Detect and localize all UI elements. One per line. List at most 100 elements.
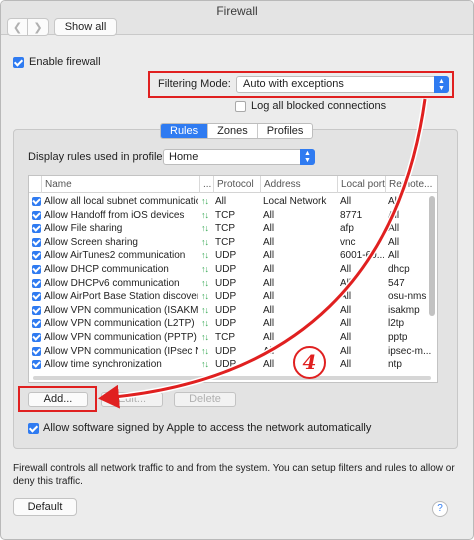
- allow-arrows-icon: ↑↓: [201, 277, 209, 288]
- delete-button[interactable]: Delete: [174, 392, 236, 407]
- allow-arrows-icon: ↑↓: [201, 304, 209, 315]
- table-row[interactable]: Allow VPN communication (L2TP) ↑↓ UDP All Al…: [29, 317, 437, 331]
- rule-local-port: All: [340, 318, 352, 330]
- column-header-remote[interactable]: Remote...: [385, 176, 437, 193]
- popup-arrows-icon: ▲ ▼: [300, 149, 315, 165]
- rule-enabled-checkbox[interactable]: [32, 319, 41, 329]
- rule-local-port: All: [340, 345, 352, 357]
- rules-table: Name ... Protocol Address Local port Rem…: [28, 175, 438, 383]
- log-blocked-checkbox[interactable]: [235, 100, 246, 112]
- rule-enabled-checkbox[interactable]: [32, 265, 41, 274]
- filtering-mode-select[interactable]: Auto with exceptions ▲ ▼: [236, 76, 449, 93]
- firewall-window: Firewall ❮ ❯ Show all Enable firewall Fi…: [0, 0, 474, 540]
- column-header-address[interactable]: Address: [260, 176, 337, 193]
- rule-enabled-checkbox[interactable]: [32, 278, 41, 288]
- tab-zones[interactable]: Zones: [207, 124, 257, 138]
- rule-protocol: UDP: [215, 264, 237, 275]
- firewall-description: Firewall controls all network traffic to…: [13, 463, 455, 487]
- vertical-scrollbar[interactable]: [429, 196, 435, 316]
- step-number-badge: 4: [293, 346, 326, 379]
- rule-protocol: UDP: [215, 250, 237, 262]
- rule-remote: 547: [388, 277, 405, 289]
- rule-enabled-checkbox[interactable]: [32, 360, 41, 370]
- column-header-action[interactable]: ...: [199, 176, 213, 193]
- rule-name: Allow Handoff from iOS devices: [44, 209, 185, 221]
- rule-remote: ntp: [388, 359, 402, 371]
- rule-protocol: UDP: [215, 359, 237, 371]
- rule-name: Allow VPN communication (L2TP): [44, 318, 195, 330]
- table-row[interactable]: Allow VPN communication (PPTP) ↑↓ TCP All Al…: [29, 331, 437, 345]
- rule-local-port: All: [340, 359, 352, 371]
- rule-protocol: TCP: [215, 209, 235, 221]
- add-button[interactable]: Add...: [28, 392, 88, 407]
- default-button[interactable]: Default: [13, 498, 77, 516]
- table-row[interactable]: Allow File sharing ↑↓ TCP All afp All: [29, 222, 437, 236]
- rule-name: Allow AirPort Base Station discovery: [44, 291, 198, 303]
- enable-firewall-checkbox[interactable]: [13, 56, 24, 68]
- column-header-protocol[interactable]: Protocol: [213, 176, 260, 193]
- rule-address: All: [263, 264, 275, 275]
- tab-profiles[interactable]: Profiles: [256, 124, 313, 138]
- forward-button[interactable]: ❯: [28, 18, 49, 36]
- show-all-button[interactable]: Show all: [54, 18, 117, 36]
- rule-enabled-checkbox[interactable]: [32, 305, 41, 315]
- rule-remote: ipsec-m...: [388, 345, 432, 357]
- table-row[interactable]: Allow VPN communication (IPsec N... ↑↓ UDP…: [29, 345, 437, 359]
- rule-remote: dhcp: [388, 264, 410, 275]
- rule-remote: All: [388, 223, 400, 235]
- allow-arrows-icon: ↑↓: [201, 359, 209, 370]
- help-button[interactable]: ?: [432, 501, 448, 517]
- table-row[interactable]: Allow DHCPv6 communication ↑↓ UDP All All 547: [29, 277, 437, 291]
- rule-protocol: UDP: [215, 291, 237, 303]
- rule-name: Allow File sharing: [44, 223, 123, 235]
- table-row[interactable]: Allow VPN communication (ISAKMP... ↑↓ UDP A…: [29, 304, 437, 318]
- rule-remote: l2tp: [388, 318, 405, 330]
- rule-remote: isakmp: [388, 304, 420, 316]
- column-header-local-port[interactable]: Local port: [337, 176, 385, 193]
- profile-select[interactable]: Home ▲ ▼: [163, 149, 315, 165]
- table-row[interactable]: Allow Handoff from iOS devices ↑↓ TCP All 87…: [29, 209, 437, 223]
- back-button[interactable]: ❮: [7, 18, 28, 36]
- rule-remote: All: [388, 209, 400, 221]
- rule-enabled-checkbox[interactable]: [32, 197, 41, 206]
- popup-arrows-icon: ▲ ▼: [434, 76, 449, 93]
- filtering-mode-label: Filtering Mode:: [158, 78, 231, 90]
- rule-enabled-checkbox[interactable]: [32, 224, 41, 234]
- chevron-right-icon: ❯: [33, 21, 43, 34]
- rule-protocol: UDP: [215, 304, 237, 316]
- table-row[interactable]: Allow time synchronization ↑↓ UDP All All ntp: [29, 358, 437, 372]
- rule-enabled-checkbox[interactable]: [32, 237, 41, 247]
- rule-enabled-checkbox[interactable]: [32, 251, 41, 261]
- table-row[interactable]: Allow AirTunes2 communication ↑↓ UDP All 600…: [29, 249, 437, 263]
- rule-remote: All: [388, 236, 400, 248]
- profile-value: Home: [169, 151, 199, 163]
- log-blocked-row[interactable]: Log all blocked connections: [235, 100, 386, 112]
- table-row[interactable]: Allow all local subnet communication ↑↓ Al…: [29, 195, 437, 209]
- edit-button[interactable]: Edit...: [101, 392, 163, 407]
- rule-enabled-checkbox[interactable]: [32, 292, 41, 302]
- column-header-name[interactable]: Name: [41, 176, 199, 193]
- rule-name: Allow VPN communication (ISAKMP...: [44, 304, 198, 316]
- allow-signed-label: Allow software signed by Apple to access…: [43, 422, 372, 434]
- rule-local-port: All: [340, 291, 352, 303]
- tab-bar: Rules Zones Profiles: [160, 123, 314, 139]
- rule-name: Allow VPN communication (PPTP): [44, 332, 197, 343]
- enable-firewall-row[interactable]: Enable firewall: [13, 56, 101, 68]
- allow-arrows-icon: ↑↓: [201, 291, 209, 302]
- horizontal-scrollbar[interactable]: [33, 376, 431, 380]
- rule-protocol: TCP: [215, 332, 235, 343]
- allow-arrows-icon: ↑↓: [201, 332, 209, 342]
- rule-enabled-checkbox[interactable]: [32, 346, 41, 356]
- allow-signed-row[interactable]: Allow software signed by Apple to access…: [28, 422, 371, 434]
- table-row[interactable]: Allow DHCP communication ↑↓ UDP All All dhcp: [29, 263, 437, 277]
- rule-enabled-checkbox[interactable]: [32, 210, 41, 220]
- table-row[interactable]: Allow Screen sharing ↑↓ TCP All vnc All: [29, 236, 437, 250]
- allow-signed-checkbox[interactable]: [28, 422, 39, 434]
- tab-rules[interactable]: Rules: [161, 124, 208, 138]
- table-row[interactable]: Allow AirPort Base Station discovery ↑↓ UD…: [29, 290, 437, 304]
- rule-name: Allow VPN communication (IPsec N...: [44, 345, 198, 357]
- rule-local-port: 6001-60...: [340, 250, 384, 262]
- help-icon: ?: [437, 503, 443, 514]
- filtering-mode-value: Auto with exceptions: [243, 78, 344, 90]
- rule-enabled-checkbox[interactable]: [32, 333, 41, 342]
